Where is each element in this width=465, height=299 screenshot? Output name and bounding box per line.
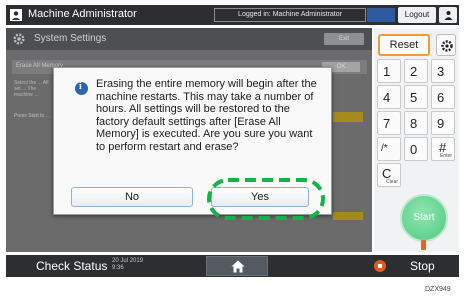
settings-header: System Settings Exit	[6, 28, 372, 50]
settings-title: System Settings	[34, 33, 107, 44]
key-3[interactable]: 3	[431, 59, 455, 83]
status-indicator	[367, 8, 395, 22]
user-menu-button[interactable]	[439, 7, 457, 23]
no-button[interactable]: No	[71, 187, 193, 207]
start-indicator-led	[421, 240, 426, 250]
stop-icon	[374, 260, 386, 272]
settings-button[interactable]	[436, 34, 456, 56]
highlight-bar	[333, 112, 363, 122]
user-title: Machine Administrator	[28, 8, 137, 20]
key-2[interactable]: 2	[404, 59, 428, 83]
gear-icon	[13, 33, 25, 45]
user-icon	[10, 9, 22, 21]
logged-in-indicator: Logged in: Machine Administrator	[214, 8, 366, 22]
operation-panel-screen: Machine Administrator Logged in: Machine…	[0, 0, 465, 282]
numeric-keypad: Reset 1 2 3 4 5 6 7 8 9 /* 0 # Enter C Cle…	[374, 28, 459, 252]
date-time: 20 Jul 2019 9:36	[112, 258, 143, 272]
home-icon	[231, 260, 245, 273]
dialog-message: Erasing the entire memory will begin aft…	[96, 78, 317, 153]
exit-button[interactable]: Exit	[324, 33, 364, 45]
check-status-button[interactable]: Check Status	[36, 259, 107, 273]
key-4[interactable]: 4	[377, 85, 401, 109]
key-9[interactable]: 9	[431, 111, 455, 135]
instruction-text-2: Press Start to ...	[14, 113, 50, 119]
top-bar: Machine Administrator Logged in: Machine…	[6, 5, 459, 25]
bottom-bar: Check Status 20 Jul 2019 9:36 Stop	[6, 255, 459, 277]
highlight-bar	[333, 212, 363, 220]
key-6[interactable]: 6	[431, 85, 455, 109]
gear-icon	[441, 40, 453, 52]
key-clear[interactable]: C Clear	[377, 163, 401, 187]
key-1[interactable]: 1	[377, 59, 401, 83]
start-button[interactable]: Start	[400, 194, 448, 242]
logout-button[interactable]: Logout	[398, 7, 436, 23]
info-icon	[75, 81, 88, 95]
key-7[interactable]: 7	[377, 111, 401, 135]
key-8[interactable]: 8	[404, 111, 428, 135]
reset-button[interactable]: Reset	[378, 34, 430, 56]
highlight-oval	[207, 178, 325, 220]
key-0[interactable]: 0	[404, 137, 428, 161]
figure-id: DZX949	[425, 286, 451, 293]
key-slash-star[interactable]: /*	[377, 137, 401, 161]
home-button[interactable]	[206, 256, 268, 276]
instruction-text: Select the ... All set ... The machine .…	[14, 80, 49, 98]
time-text: 9:36	[112, 265, 124, 271]
date-text: 20 Jul 2019	[112, 258, 144, 264]
key-5[interactable]: 5	[404, 85, 428, 109]
key-enter[interactable]: # Enter	[431, 137, 455, 161]
stop-button[interactable]: Stop	[410, 259, 435, 273]
user-icon	[444, 11, 452, 20]
